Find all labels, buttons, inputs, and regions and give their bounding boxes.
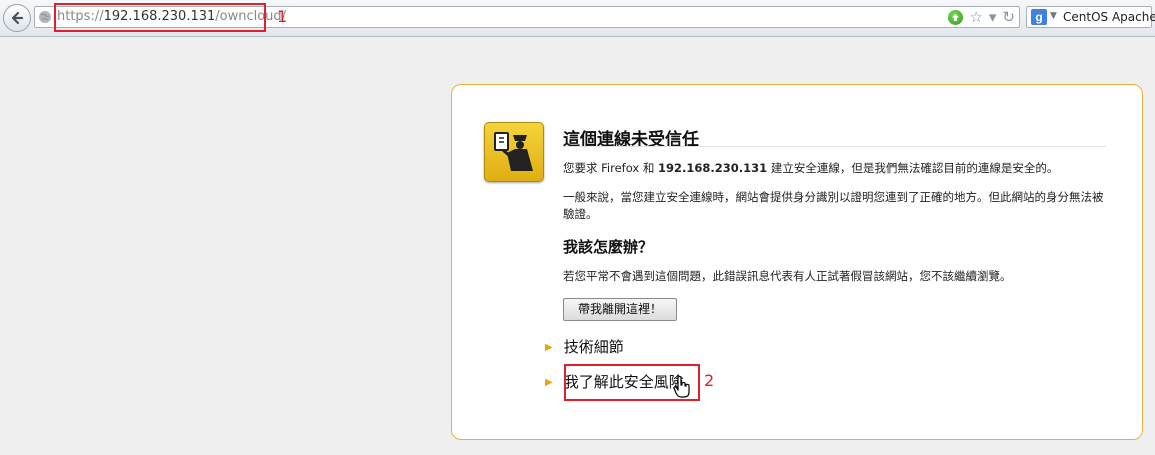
title-divider bbox=[563, 146, 1106, 147]
expand-triangle-icon: ▶ bbox=[545, 342, 553, 353]
description-host: 192.168.230.131 bbox=[658, 161, 768, 175]
security-officer-icon bbox=[484, 122, 544, 182]
what-to-do-text: 若您平常不會遇到這個問題，此錯誤訊息代表有人正試著假冒該網站，您不該繼續瀏覽。 bbox=[563, 269, 1012, 283]
error-explanation: 一般來說，當您建立安全連線時，網站會提供身分識別以證明您連到了正確的地方。但此網… bbox=[563, 190, 1104, 221]
dropdown-icon[interactable]: ▾ bbox=[989, 9, 997, 25]
annotation-number-1: 1 bbox=[277, 7, 288, 26]
search-engine-dropdown-icon[interactable]: ▼ bbox=[1050, 11, 1057, 21]
description-prefix: 您要求 Firefox 和 bbox=[563, 161, 659, 175]
technical-details-expander[interactable]: ▶ 技術細節 bbox=[545, 336, 624, 357]
annotation-number-2: 2 bbox=[704, 371, 715, 390]
error-description: 您要求 Firefox 和 192.168.230.131 建立安全連線，但是我… bbox=[563, 160, 1058, 176]
url-bar-icons: ☆ ▾ ↻ bbox=[948, 8, 1015, 26]
description-suffix: 建立安全連線，但是我們無法確認目前的連線是安全的。 bbox=[767, 161, 1059, 175]
get-me-out-button[interactable]: 帶我離開這裡！ bbox=[563, 298, 677, 321]
go-arrow-icon[interactable] bbox=[948, 9, 964, 25]
what-to-do-heading: 我該怎麼辦？ bbox=[563, 238, 654, 256]
hand-cursor-icon bbox=[673, 375, 690, 398]
annotation-box-1 bbox=[54, 3, 266, 32]
star-icon[interactable]: ☆ bbox=[969, 9, 982, 25]
back-button[interactable] bbox=[3, 4, 31, 32]
search-box[interactable]: g ▼ CentOS Apache bbox=[1026, 6, 1155, 28]
reload-icon[interactable]: ↻ bbox=[1002, 9, 1015, 25]
search-engine-label: CentOS Apache bbox=[1063, 10, 1155, 24]
globe-icon bbox=[39, 11, 51, 23]
back-arrow-icon bbox=[11, 11, 24, 25]
google-icon[interactable]: g bbox=[1031, 9, 1047, 25]
technical-details-label: 技術細節 bbox=[563, 338, 624, 356]
expand-triangle-icon: ▶ bbox=[545, 377, 553, 388]
